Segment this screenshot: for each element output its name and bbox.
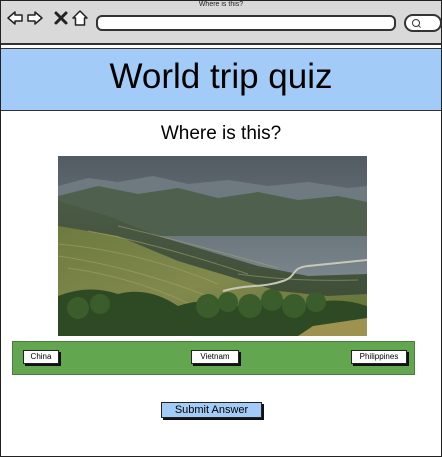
window-title: Where is this?	[198, 1, 244, 8]
browser-chrome: Where is this?	[1, 1, 442, 45]
option-button-philippines[interactable]: Philippines	[351, 350, 407, 364]
landscape-photo	[58, 156, 367, 336]
home-icon[interactable]	[72, 10, 88, 26]
quiz-question: Where is this?	[160, 123, 282, 144]
forward-arrow-icon[interactable]	[27, 10, 43, 26]
search-icon	[412, 19, 420, 27]
search-box[interactable]	[404, 14, 442, 32]
option-button-vietnam[interactable]: Vietnam	[191, 350, 239, 364]
close-icon[interactable]	[53, 10, 69, 26]
answer-options-bar: China Vietnam Philippines	[12, 341, 415, 375]
submit-answer-button[interactable]: Submit Answer	[161, 402, 262, 418]
address-bar[interactable]	[96, 15, 396, 31]
page-header: World trip quiz	[1, 48, 441, 111]
option-button-china[interactable]: China	[23, 350, 59, 364]
browser-window: Where is this? World trip quiz Where is …	[0, 0, 442, 457]
back-arrow-icon[interactable]	[7, 10, 23, 26]
page-title: World trip quiz	[109, 56, 333, 96]
landscape-photo-image	[58, 156, 367, 336]
